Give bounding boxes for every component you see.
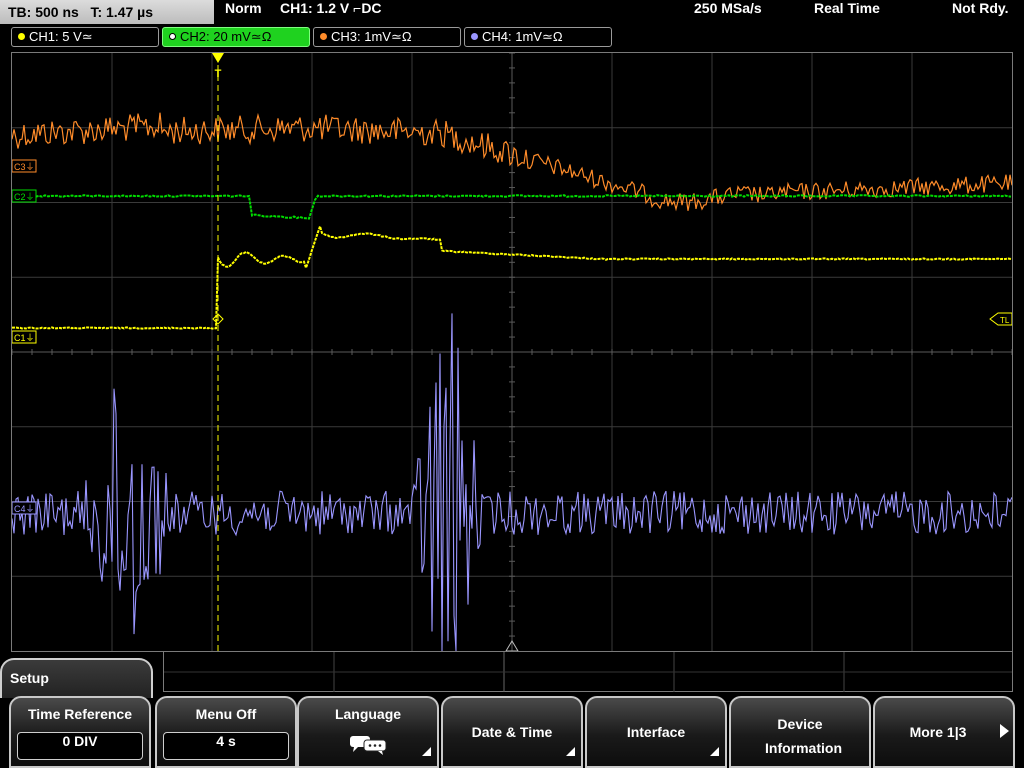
time-reference-button[interactable]: Time Reference 0 DIV: [9, 696, 151, 768]
time-reference-value: 0 DIV: [17, 732, 143, 760]
c1-ground-marker[interactable]: C1⏚: [12, 330, 37, 344]
menu-title: Setup: [10, 670, 49, 686]
timebase-readout[interactable]: TB: 500 ns T: 1.47 µs: [0, 0, 214, 24]
channel-tab-ch4[interactable]: CH4: 1mV≃Ω: [464, 27, 612, 47]
speech-bubbles-icon: [350, 736, 387, 755]
graticule: [12, 53, 1012, 651]
c4-ground-marker[interactable]: C4⏚: [12, 501, 37, 515]
svg-text:TL: TL: [1000, 316, 1010, 325]
ch2-label: CH2: 20 mV≃Ω: [180, 29, 272, 44]
waveform-display[interactable]: T C3⏚ C2⏚ C1⏚ C4⏚ TL: [11, 52, 1013, 652]
menu-off-button[interactable]: Menu Off 4 s: [155, 696, 297, 768]
more-label: More 1|3: [909, 724, 967, 740]
date-time-button[interactable]: Date & Time: [441, 696, 583, 768]
ch2-color-dot: [169, 33, 176, 40]
svg-text:C3⏚: C3⏚: [14, 162, 35, 172]
svg-text:C2⏚: C2⏚: [14, 192, 35, 202]
menu-off-value: 4 s: [163, 732, 289, 760]
menu-title-setup: Setup: [0, 658, 153, 698]
next-page-arrow-icon: [1000, 724, 1009, 738]
acquisition-status: Not Rdy.: [952, 0, 1009, 16]
more-button[interactable]: More 1|3: [873, 696, 1015, 768]
sample-rate: 250 MSa/s: [694, 0, 762, 16]
ch3-color-dot: [320, 33, 327, 40]
ch1-label: CH1: 5 V≃: [29, 29, 93, 44]
ch3-label: CH3: 1mV≃Ω: [331, 29, 412, 44]
acquisition-mode: Real Time: [814, 0, 880, 16]
interface-label: Interface: [626, 724, 686, 740]
menu-off-label: Menu Off: [195, 706, 257, 722]
ch4-color-dot: [471, 33, 478, 40]
svg-text:C1⏚: C1⏚: [14, 333, 35, 343]
time-reference-label: Time Reference: [27, 706, 132, 722]
auxiliary-strip: [163, 652, 1013, 692]
date-time-label: Date & Time: [471, 724, 553, 740]
c2-ground-marker[interactable]: C2⏚: [12, 189, 37, 203]
channel-tab-ch2[interactable]: CH2: 20 mV≃Ω: [162, 27, 310, 47]
language-button[interactable]: Language: [297, 696, 439, 768]
device-information-button[interactable]: Device Information: [729, 696, 871, 768]
status-bar: TB: 500 ns T: 1.47 µs Norm CH1: 1.2 V ⌐D…: [0, 0, 1024, 24]
svg-text:T: T: [215, 68, 222, 80]
c3-ground-marker[interactable]: C3⏚: [12, 159, 37, 173]
submenu-corner-icon: [566, 747, 575, 756]
submenu-corner-icon: [710, 747, 719, 756]
ch1-color-dot: [18, 33, 25, 40]
channel-tab-ch3[interactable]: CH3: 1mV≃Ω: [313, 27, 461, 47]
device-information-label: Device Information: [765, 716, 842, 756]
trigger-mode[interactable]: Norm: [225, 0, 262, 16]
svg-text:C4⏚: C4⏚: [14, 504, 35, 514]
language-label: Language: [334, 706, 402, 722]
channel-tab-ch1[interactable]: CH1: 5 V≃: [11, 27, 159, 47]
ch4-label: CH4: 1mV≃Ω: [482, 29, 563, 44]
trigger-level-marker[interactable]: TL: [989, 312, 1012, 326]
interface-button[interactable]: Interface: [585, 696, 727, 768]
submenu-corner-icon: [422, 747, 431, 756]
trigger-setting[interactable]: CH1: 1.2 V ⌐DC: [280, 0, 382, 16]
